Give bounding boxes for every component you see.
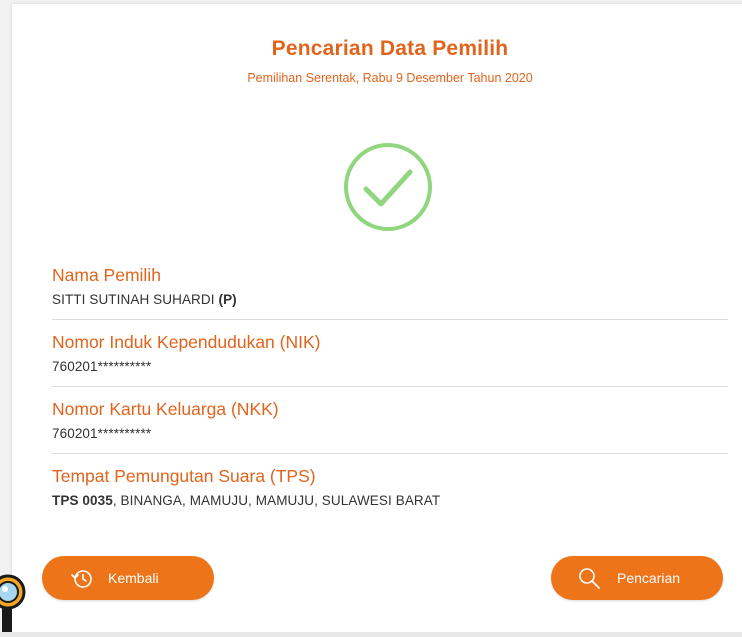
tps-number: TPS 0035 [52,493,113,508]
voter-name-value: SITTI SUTINAH SUHARDI [52,292,215,307]
field-label: Nomor Induk Kependudukan (NIK) [52,332,321,352]
history-back-icon [71,570,92,588]
field-voter-name: Nama Pemilih SITTI SUTINAH SUHARDI (P) [52,262,728,320]
tps-location: , BINANGA, MAMUJU, MAMUJU, SULAWESI BARA… [112,493,441,508]
back-button[interactable]: Kembali [42,556,214,600]
nik-value: 760201********** [52,359,152,374]
magnifier-mascot-icon [0,574,26,637]
field-label: Nomor Kartu Keluarga (NKK) [52,399,279,419]
search-icon [579,568,600,589]
back-button-label: Kembali [108,570,159,586]
field-nik: Nomor Induk Kependudukan (NIK) 760201***… [52,329,728,387]
search-button-label: Pencarian [617,570,681,586]
search-button[interactable]: Pencarian [551,556,723,600]
nkk-value: 760201********** [52,426,152,441]
check-circle-icon [344,143,432,231]
field-nkk: Nomor Kartu Keluarga (NKK) 760201*******… [52,396,728,454]
field-value: SITTI SUTINAH SUHARDI (P) [52,292,728,307]
tps-value: TPS 0035, BINANGA, MAMUJU, MAMUJU, SULAW… [52,493,728,508]
page-title: Pencarian Data Pemilih [271,37,509,60]
field-label: Nama Pemilih [52,265,161,285]
bottom-divider [0,632,742,637]
field-label: Tempat Pemungutan Suara (TPS) [52,466,316,486]
result-card: Pencarian Data Pemilih Pemilihan Serenta… [12,4,742,632]
voter-gender-value: (P) [218,292,237,307]
page-subtitle: Pemilihan Serentak, Rabu 9 Desember Tahu… [247,71,533,85]
field-tps: Tempat Pemungutan Suara (TPS) TPS 0035, … [52,463,728,520]
